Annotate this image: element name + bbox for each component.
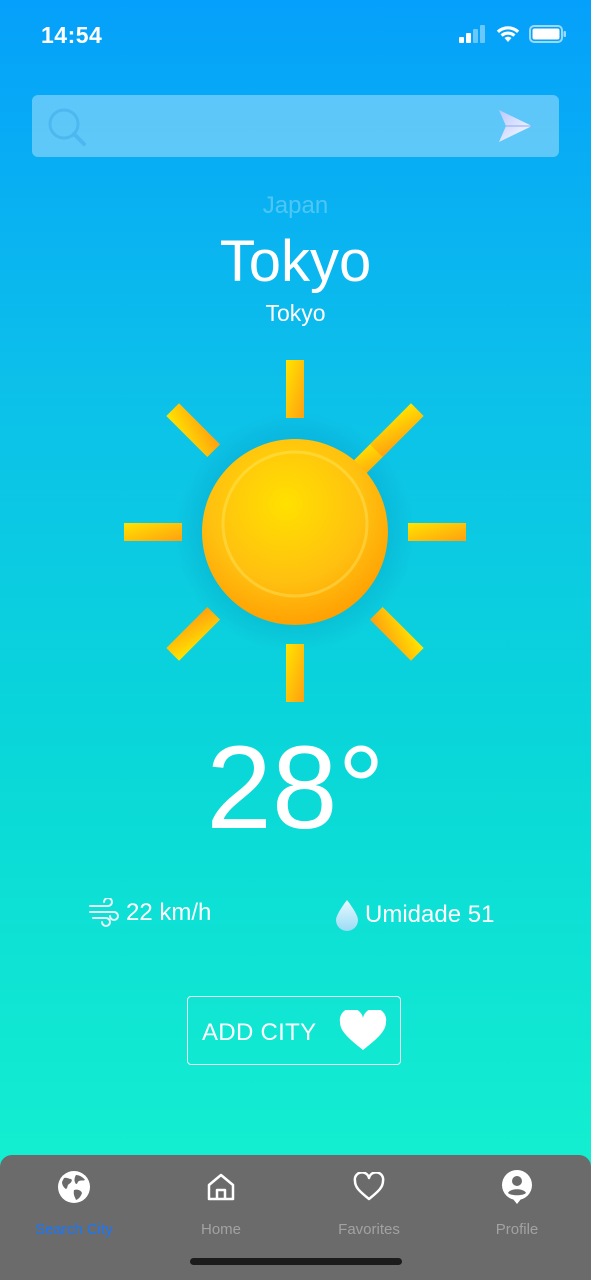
tab-profile[interactable]: Profile	[447, 1167, 587, 1238]
heart-outline-icon	[353, 1172, 385, 1201]
wind-value: 22 km/h	[126, 899, 212, 926]
add-city-label: ADD CITY	[202, 1019, 317, 1046]
battery-icon	[529, 25, 566, 43]
heart-icon	[339, 1010, 387, 1050]
add-city-button[interactable]: ADD CITY	[187, 996, 401, 1065]
temperature: 28°	[206, 722, 385, 854]
user-icon	[502, 1170, 532, 1204]
city-name: Tokyo	[219, 229, 372, 294]
water-drop-icon	[336, 900, 358, 931]
search-input[interactable]	[100, 105, 504, 149]
tab-favorites-label: Favorites	[338, 1221, 400, 1238]
humidity-stat: Umidade 51	[333, 898, 494, 932]
tab-home-label: Home	[200, 1221, 241, 1238]
cellular-signal-icon	[459, 25, 485, 43]
search-bar[interactable]	[32, 95, 559, 157]
globe-icon	[58, 1171, 90, 1203]
status-icons	[459, 25, 567, 43]
search-icon[interactable]	[46, 107, 90, 147]
country-label: Japan	[262, 192, 329, 219]
weather-screen: 14:54 Japan Tokyo Tokyo 28° 22 km/h Umid…	[0, 0, 591, 1280]
wind-stat: 22 km/h	[88, 898, 211, 928]
wifi-icon	[496, 26, 520, 42]
city-region: Tokyo	[265, 300, 326, 326]
home-indicator[interactable]	[190, 1258, 402, 1265]
status-bar: 14:54	[0, 0, 591, 72]
status-time: 14:54	[41, 22, 103, 48]
wind-icon	[89, 898, 119, 927]
humidity-value: Umidade 51	[365, 901, 495, 928]
tab-profile-label: Profile	[495, 1221, 539, 1238]
send-icon[interactable]	[497, 109, 533, 143]
tab-home[interactable]: Home	[151, 1167, 291, 1238]
tab-search-city[interactable]: Search City	[4, 1167, 144, 1238]
tab-favorites[interactable]: Favorites	[299, 1167, 439, 1238]
sun-icon	[124, 360, 466, 702]
tab-search-city-label: Search City	[35, 1221, 113, 1238]
home-icon	[207, 1173, 235, 1201]
